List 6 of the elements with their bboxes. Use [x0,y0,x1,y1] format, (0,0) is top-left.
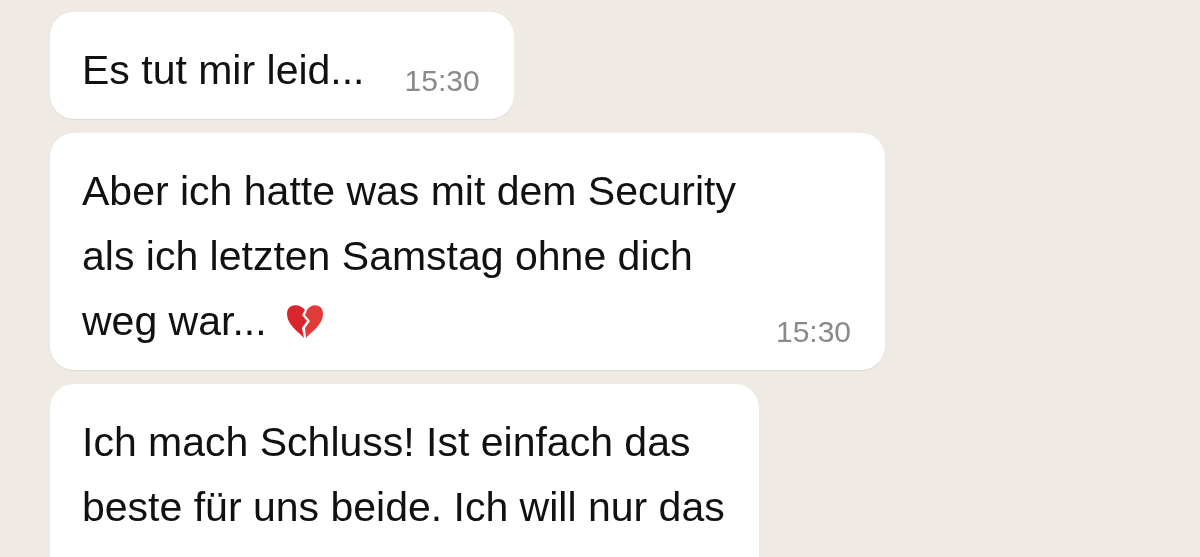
broken-heart-icon [284,303,325,339]
message-time: 15:30 [404,63,480,99]
message-time: 15:30 [776,314,852,350]
message-text: Ich mach Schluss! Ist einfach das beste für uns beide. Ich will nur das [82,418,725,532]
message-text: Es tut mir leid... [82,46,365,95]
message-text: Aber ich hatte was mit dem Security als ich letzten Samstag ohne dich weg war... [82,167,736,346]
